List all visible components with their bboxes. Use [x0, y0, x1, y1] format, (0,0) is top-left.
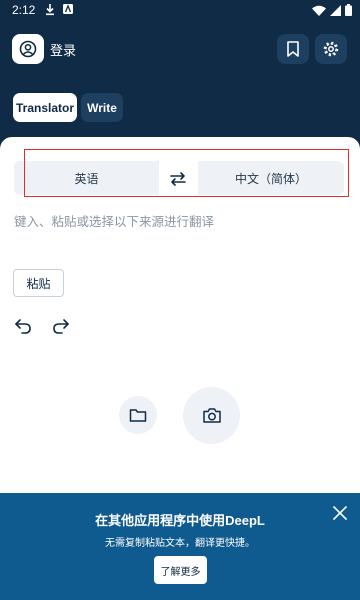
close-icon: [333, 506, 347, 520]
undo-icon: [15, 319, 31, 334]
source-text-input[interactable]: 键入、粘贴或选择以下来源进行翻译: [14, 211, 214, 230]
download-icon: [46, 4, 54, 16]
battery-icon: [345, 4, 352, 16]
learn-more-button[interactable]: 了解更多: [154, 556, 207, 584]
tab-translator[interactable]: Translator: [13, 93, 77, 122]
bookmark-icon: [287, 41, 299, 57]
language-selector-highlight: [24, 149, 349, 197]
banner-title: 在其他应用程序中使用DeepL: [95, 513, 265, 528]
mode-tabs: Translator Write: [13, 93, 123, 122]
bookmark-button[interactable]: [277, 34, 309, 64]
app-notification-icon: [63, 4, 73, 14]
camera-icon: [202, 408, 221, 423]
tab-write[interactable]: Write: [81, 93, 123, 122]
settings-button[interactable]: [315, 34, 347, 64]
status-time: 2:12: [12, 3, 36, 17]
upload-file-button[interactable]: [119, 396, 157, 434]
status-icons-left: [44, 3, 74, 16]
login-button[interactable]: 登录: [12, 34, 76, 64]
status-icons-right: [312, 4, 352, 16]
gear-icon: [323, 41, 339, 57]
camera-button[interactable]: [183, 387, 240, 444]
folder-icon: [129, 409, 147, 422]
avatar: [12, 34, 44, 64]
redo-icon: [53, 319, 69, 334]
translator-panel: 英语 中文（简体） 键入、粘贴或选择以下来源进行翻译 粘贴: [0, 137, 360, 493]
redo-button[interactable]: [51, 316, 71, 336]
login-label: 登录: [50, 43, 77, 59]
user-avatar-icon: [19, 40, 37, 58]
cellular-signal-icon: [330, 4, 341, 16]
status-bar: 2:12: [0, 0, 360, 20]
promo-banner: 在其他应用程序中使用DeepL 无需复制粘贴文本，翻译更快捷。 了解更多: [0, 493, 360, 600]
undo-button[interactable]: [13, 316, 33, 336]
paste-button[interactable]: 粘贴: [13, 269, 64, 297]
banner-subtitle: 无需复制粘贴文本，翻译更快捷。: [105, 538, 255, 549]
close-banner-button[interactable]: [332, 505, 348, 521]
wifi-icon: [312, 5, 326, 16]
app-header: 登录 Translator Write: [0, 20, 360, 136]
